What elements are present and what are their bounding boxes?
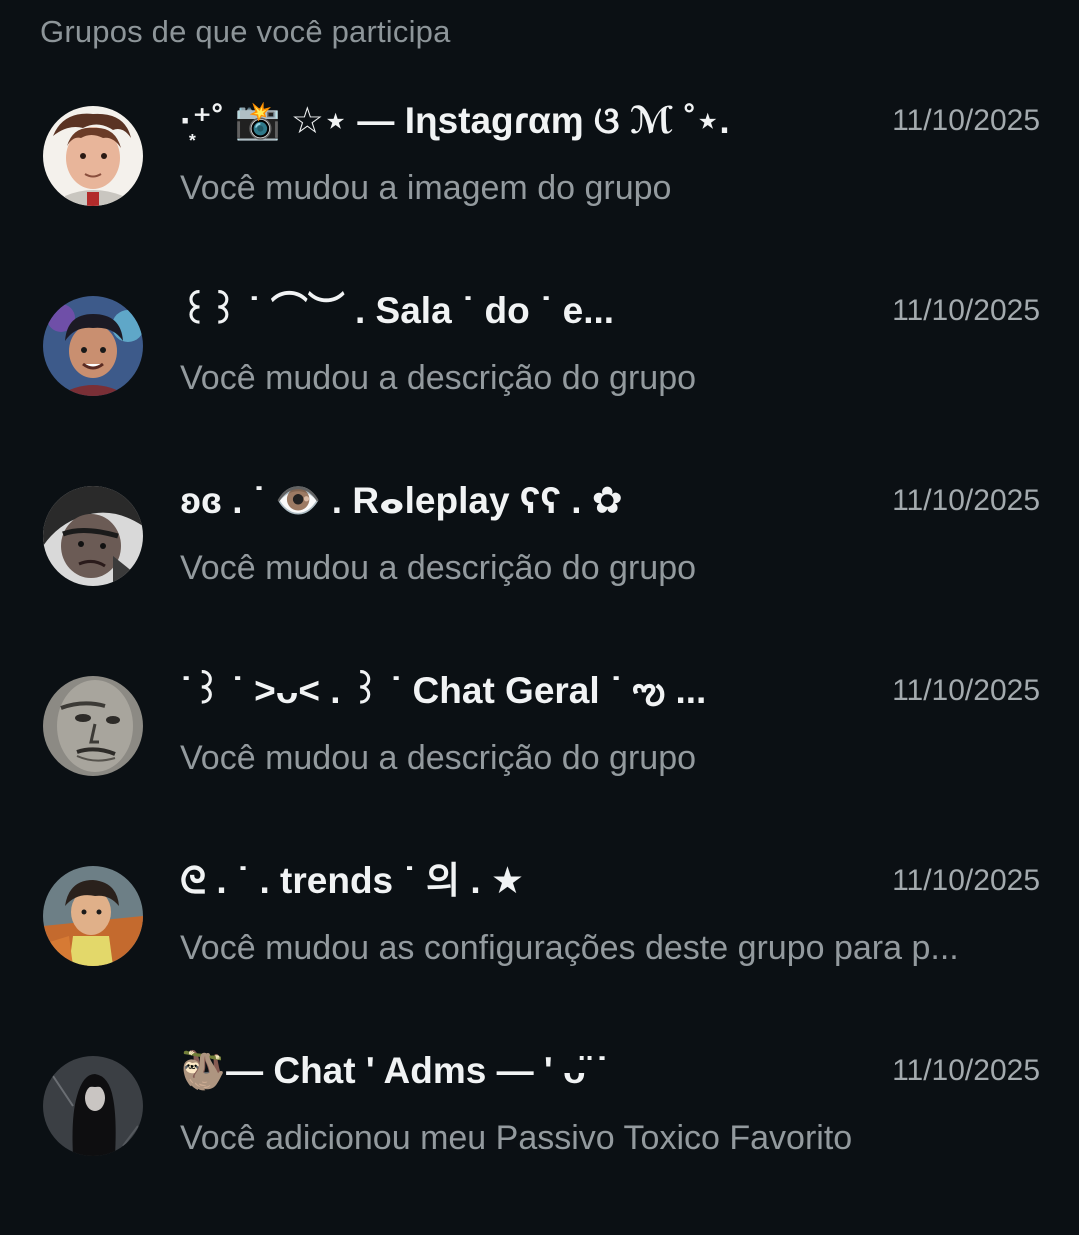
group-date: 11/10/2025 [892,1054,1040,1087]
avatar-dark-manga-face-icon [43,486,143,586]
last-message-preview: Você mudou a descrição do grupo [180,549,697,587]
group-date: 11/10/2025 [892,104,1040,137]
group-row[interactable]: 🦥— Chat ' Adms — ' ᴗ̈ ˙ 11/10/2025 Você … [0,1010,1079,1200]
group-row[interactable]: ꒰꒱ ˙ ⌒︶ . Sala ˙ do ˙ e... 11/10/2025 Vo… [0,250,1079,440]
group-date: 11/10/2025 [892,294,1040,327]
group-avatar[interactable] [43,106,143,206]
group-date: 11/10/2025 [892,864,1040,897]
last-message-preview: Você adicionou meu Passivo Toxico Favori… [180,1119,853,1157]
group-row[interactable]: ·͙⁺˚ 📸 ☆⋆ — Iɳstagɾαɱ ଓ ℳ ˚⋆. 11/10/2025… [0,60,1079,250]
group-date: 11/10/2025 [892,484,1040,517]
section-title: Grupos de que você participa [40,14,451,49]
group-avatar[interactable] [43,296,143,396]
group-name: ꒰꒱ ˙ ⌒︶ . Sala ˙ do ˙ e... [180,290,615,331]
avatar-curly-hair-illustration-icon [43,106,143,206]
group-name: ·͙⁺˚ 📸 ☆⋆ — Iɳstagɾαɱ ଓ ℳ ˚⋆. [180,100,730,141]
group-row[interactable]: ʚɞ . ˙ 👁️ . Rⴰleplay ʕʕ . ✿ 11/10/2025 V… [0,440,1079,630]
group-name: ᘓ . ˙ . trends ˙ 의 . ★ [180,860,525,901]
group-row[interactable]: ᘓ . ˙ . trends ˙ 의 . ★ 11/10/2025 Você m… [0,820,1079,1010]
group-date: 11/10/2025 [892,674,1040,707]
group-list: ·͙⁺˚ 📸 ☆⋆ — Iɳstagɾαɱ ଓ ℳ ˚⋆. 11/10/2025… [0,60,1079,1200]
avatar-dark-figure-icon [43,1056,143,1156]
last-message-preview: Você mudou a descrição do grupo [180,739,697,777]
group-avatar[interactable] [43,866,143,966]
group-avatar[interactable] [43,486,143,586]
avatar-anime-boy-icon [43,296,143,396]
group-name: ˙꒱ ˙ >ᴗ< . ꒱ ˙ Chat Geral ˙ ఌ ... [180,670,707,711]
group-avatar[interactable] [43,676,143,776]
last-message-preview: Você mudou a imagem do grupo [180,169,672,207]
last-message-preview: Você mudou as configurações deste grupo … [180,929,959,967]
group-name: 🦥— Chat ' Adms — ' ᴗ̈ ˙ [180,1050,609,1091]
avatar-grey-face-icon [43,676,143,776]
group-row[interactable]: ˙꒱ ˙ >ᴗ< . ꒱ ˙ Chat Geral ˙ ఌ ... 11/10/… [0,630,1079,820]
last-message-preview: Você mudou a descrição do grupo [180,359,697,397]
group-avatar[interactable] [43,1056,143,1156]
avatar-orange-anime-icon [43,866,143,966]
group-name: ʚɞ . ˙ 👁️ . Rⴰleplay ʕʕ . ✿ [180,480,623,521]
